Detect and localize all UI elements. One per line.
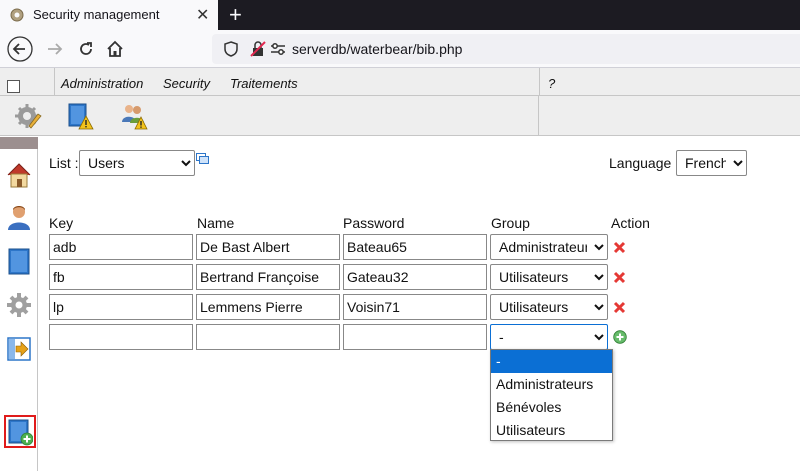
new-password-field[interactable]: [343, 324, 487, 350]
menu-help[interactable]: ?: [548, 76, 555, 91]
user-icon[interactable]: [6, 203, 32, 231]
forward-arrow-icon: [48, 43, 63, 55]
shield-icon: [224, 41, 238, 57]
users-warning-icon[interactable]: [120, 102, 148, 130]
book-icon[interactable]: [6, 247, 32, 275]
password-field[interactable]: [343, 294, 487, 320]
gear-icon: [10, 8, 24, 22]
delete-icon[interactable]: [613, 301, 626, 314]
dropdown-option[interactable]: Bénévoles: [491, 396, 612, 419]
delete-icon[interactable]: [613, 271, 626, 284]
app-toolbar: [0, 96, 800, 136]
dropdown-option[interactable]: -: [491, 350, 612, 373]
name-field[interactable]: [196, 264, 340, 290]
home-nav-icon: [107, 40, 123, 57]
dropdown-option[interactable]: Administrateurs: [491, 373, 612, 396]
home-button[interactable]: [101, 35, 129, 63]
browser-tab[interactable]: Security management ✕: [0, 0, 218, 30]
toolbar-separator: [538, 96, 539, 136]
forward-button[interactable]: [41, 35, 69, 63]
close-tab-icon[interactable]: ✕: [196, 5, 209, 25]
back-arrow-icon: [7, 36, 33, 62]
tab-title: Security management: [33, 7, 160, 22]
sidebar-header-strip: [0, 137, 38, 149]
group-select[interactable]: Administrateurs: [490, 234, 608, 260]
menu-administration[interactable]: Administration: [61, 76, 143, 91]
header-action: Action: [611, 215, 650, 231]
settings-edit-icon[interactable]: [14, 102, 42, 130]
add-icon[interactable]: [613, 330, 627, 344]
new-key-field[interactable]: [49, 324, 193, 350]
menu-traitements[interactable]: Traitements: [230, 76, 298, 91]
group-select[interactable]: Utilisateurs: [490, 294, 608, 320]
add-book-icon[interactable]: [7, 418, 33, 446]
browser-nav-bar: serverdb/waterbear/bib.php: [0, 30, 800, 68]
menu-security[interactable]: Security: [163, 76, 210, 91]
group-select[interactable]: Utilisateurs: [490, 264, 608, 290]
main-menu: Administration Security Traitements: [54, 68, 540, 96]
address-bar[interactable]: serverdb/waterbear/bib.php: [212, 34, 800, 64]
menu-checkbox[interactable]: [7, 80, 20, 93]
home-icon[interactable]: [6, 161, 32, 189]
key-field[interactable]: [49, 264, 193, 290]
header-name: Name: [197, 215, 235, 231]
insecure-lock-icon: [250, 41, 266, 57]
sidebar: [0, 137, 38, 471]
language-select[interactable]: French: [676, 150, 747, 176]
group-dropdown-list: - Administrateurs Bénévoles Utilisateurs: [490, 349, 613, 441]
key-field[interactable]: [49, 294, 193, 320]
password-field[interactable]: [343, 264, 487, 290]
window-icon[interactable]: [196, 153, 209, 164]
header-key: Key: [49, 215, 74, 231]
reload-button[interactable]: [72, 35, 100, 63]
app-menu-bar: Administration Security Traitements ?: [0, 68, 800, 96]
delete-icon[interactable]: [613, 241, 626, 254]
header-group: Group: [491, 215, 530, 231]
name-field[interactable]: [196, 234, 340, 260]
header-password: Password: [343, 215, 405, 231]
password-field[interactable]: [343, 234, 487, 260]
book-warning-icon[interactable]: [66, 102, 94, 130]
new-name-field[interactable]: [196, 324, 340, 350]
main-content: List : Users Language : French Key Name …: [38, 137, 800, 471]
new-group-select[interactable]: -: [490, 324, 608, 350]
browser-tab-bar: Security management ✕ +: [0, 0, 800, 30]
import-icon[interactable]: [6, 335, 32, 363]
permissions-icon: [271, 43, 285, 55]
back-button[interactable]: [6, 35, 34, 63]
list-select[interactable]: Users: [79, 150, 195, 176]
new-tab-button[interactable]: +: [229, 2, 242, 28]
gear-icon[interactable]: [6, 291, 32, 319]
reload-icon: [80, 42, 92, 55]
dropdown-option[interactable]: Utilisateurs: [491, 419, 612, 442]
list-label: List :: [49, 155, 79, 171]
name-field[interactable]: [196, 294, 340, 320]
language-label: Language :: [609, 155, 680, 171]
url-text: serverdb/waterbear/bib.php: [292, 41, 463, 57]
key-field[interactable]: [49, 234, 193, 260]
